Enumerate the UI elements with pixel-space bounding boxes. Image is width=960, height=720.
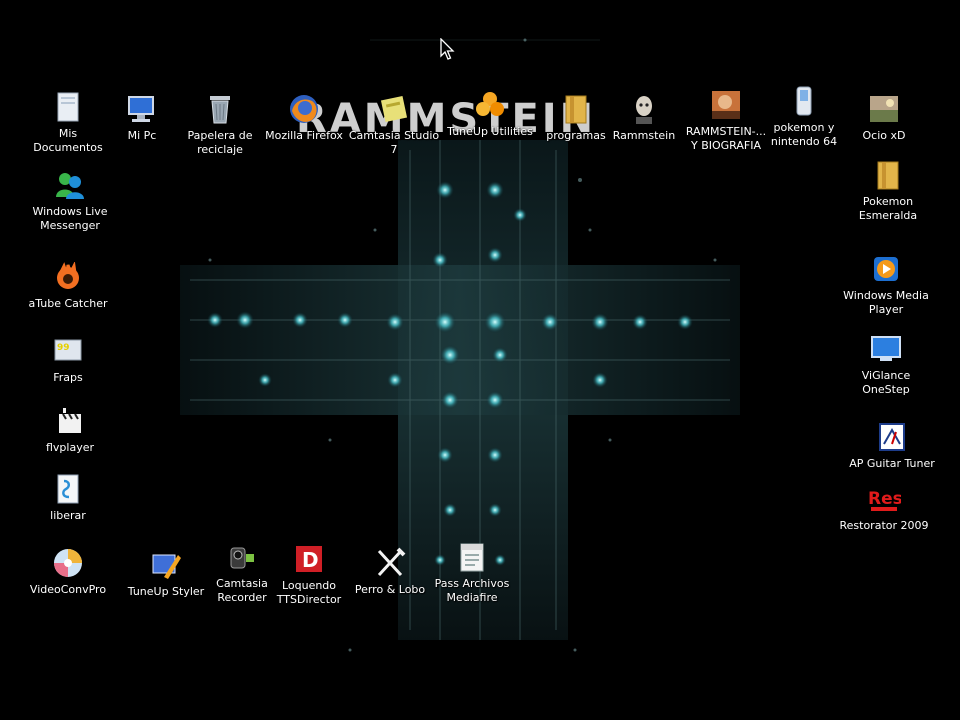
media-player-icon — [869, 252, 903, 286]
clapperboard-icon — [53, 404, 87, 438]
restorator-icon: Res — [867, 482, 901, 516]
desktop-icon-restorator[interactable]: Res Restorator 2009 — [836, 482, 932, 533]
tuner-icon — [875, 420, 909, 454]
desktop-icon-camtasia-studio[interactable]: Camtasia Studio 7 — [346, 92, 442, 157]
desktop-icon-liberar[interactable]: liberar — [20, 472, 116, 523]
desktop-icon-label: Mi Pc — [127, 129, 157, 142]
desktop-icon-label: pokemon y nintendo 64 — [770, 121, 838, 148]
computer-icon — [125, 92, 159, 126]
documents-icon — [51, 90, 85, 124]
desktop-icon-firefox[interactable]: Mozilla Firefox — [256, 92, 352, 143]
desktop-icon-label: Windows Media Player — [843, 289, 929, 316]
loquendo-icon: D — [292, 542, 326, 576]
desktop-icon-label: Ocio xD — [862, 129, 906, 142]
desktop-icon-label: Loquendo TTSDirector — [276, 579, 342, 606]
desktop-icon-label: Pokemon Esmeralda — [858, 195, 918, 222]
desktop-icon-fraps[interactable]: 99 Fraps — [20, 334, 116, 385]
camtasia-studio-icon — [377, 92, 411, 126]
monitor-icon — [869, 332, 903, 366]
desktop-icon-label: Rammstein — [612, 129, 676, 142]
desktop-icon-pokemon-esmeralda[interactable]: Pokemon Esmeralda — [840, 158, 936, 223]
desktop-icon-label: RAMMSTEIN-... Y BIOGRAFIA — [685, 125, 767, 152]
desktop-icon-tuneup-utilities[interactable]: TuneUp Utilities — [442, 88, 538, 139]
rammstein-icon — [627, 92, 661, 126]
desktop-icon-label: Perro & Lobo — [354, 583, 426, 596]
atube-catcher-icon — [51, 260, 85, 294]
desktop-icon-label: Restorator 2009 — [839, 519, 929, 532]
svg-text:99: 99 — [57, 343, 70, 353]
desktop-icon-wlm[interactable]: Windows Live Messenger — [22, 168, 118, 233]
desktop-icon-viglance[interactable]: ViGlance OneStep — [838, 332, 934, 397]
desktop-icon-label: AP Guitar Tuner — [849, 457, 935, 470]
desktop-icon-label: ViGlance OneStep — [861, 369, 911, 396]
recycle-bin-icon — [203, 92, 237, 126]
desktop-icon-papelera[interactable]: Papelera de reciclaje — [172, 92, 268, 157]
desktop-icon-atube[interactable]: aTube Catcher — [20, 260, 116, 311]
folder-icon — [559, 92, 593, 126]
desktop-icon-wmp[interactable]: Windows Media Player — [838, 252, 934, 317]
desktop-icon-label: flvplayer — [45, 441, 95, 454]
desktop-icon-label: Windows Live Messenger — [32, 205, 108, 232]
desktop-icon-label: aTube Catcher — [28, 297, 108, 310]
desktop-icon-label: Fraps — [53, 371, 83, 384]
camera-icon — [225, 540, 259, 574]
tuneup-utilities-icon — [473, 88, 507, 122]
desktop-icon-label: Mozilla Firefox — [265, 129, 343, 142]
desktop-icon-label: Camtasia Studio 7 — [348, 129, 440, 156]
desktop-icon-label: Mis Documentos — [33, 127, 103, 154]
desktop-icon-pass-archivos[interactable]: Pass Archivos Mediafire — [424, 540, 520, 605]
mouse-cursor-icon — [440, 38, 455, 60]
desktop-icon-flvplayer[interactable]: flvplayer — [22, 404, 118, 455]
text-file-icon — [455, 540, 489, 574]
desktop-icon-label: Pass Archivos Mediafire — [434, 577, 510, 604]
disc-icon — [51, 546, 85, 580]
desktop-icon-label: VideoConvPro — [29, 583, 107, 596]
image-icon — [867, 92, 901, 126]
fraps-icon: 99 — [51, 334, 85, 368]
device-icon — [787, 84, 821, 118]
svg-text:Res: Res — [868, 489, 901, 509]
desktop-icon-ocio[interactable]: Ocio xD — [836, 92, 932, 143]
svg-text:D: D — [302, 548, 319, 572]
firefox-icon — [287, 92, 321, 126]
desktop-icon-label: Papelera de reciclaje — [187, 129, 253, 156]
desktop-icon-label: TuneUp Styler — [127, 585, 205, 598]
image-icon — [709, 88, 743, 122]
folder-icon — [871, 158, 905, 192]
desktop-icon-label: TuneUp Utilities — [447, 125, 533, 138]
fork-knife-icon — [373, 546, 407, 580]
messenger-icon — [53, 168, 87, 202]
script-icon — [51, 472, 85, 506]
desktop-icon-ap-guitar[interactable]: AP Guitar Tuner — [844, 420, 940, 471]
desktop-icon-label: liberar — [50, 509, 86, 522]
desktop-icon-videoconv[interactable]: VideoConvPro — [20, 546, 116, 597]
styler-icon — [149, 548, 183, 582]
